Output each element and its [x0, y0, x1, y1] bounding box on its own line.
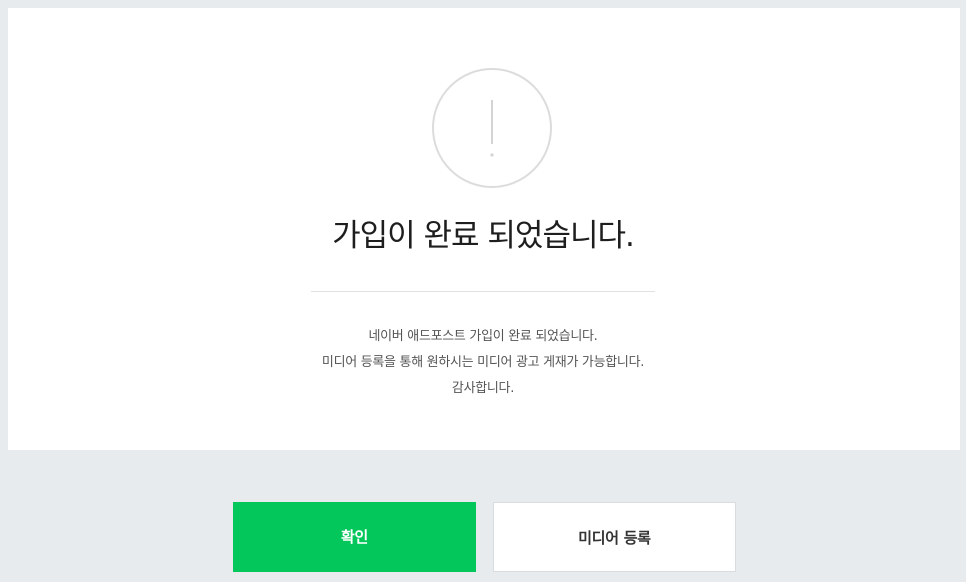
- message-line: 감사합니다.: [451, 381, 515, 396]
- register-media-button[interactable]: 미디어 등록: [493, 502, 736, 572]
- completion-title: 가입이 완료 되었습니다.: [332, 218, 635, 254]
- confirm-button[interactable]: 확인: [233, 502, 476, 572]
- exclamation-icon: [432, 68, 552, 188]
- exclamation-mark: [490, 100, 494, 157]
- message-line: 네이버 애드포스트 가입이 완료 되었습니다.: [368, 329, 598, 344]
- completion-message: 네이버 애드포스트 가입이 완료 되었습니다. 미디어 등록을 통해 원하시는 …: [0, 324, 966, 402]
- message-line: 미디어 등록을 통해 원하시는 미디어 광고 게재가 가능합니다.: [321, 355, 645, 370]
- divider: [311, 291, 655, 292]
